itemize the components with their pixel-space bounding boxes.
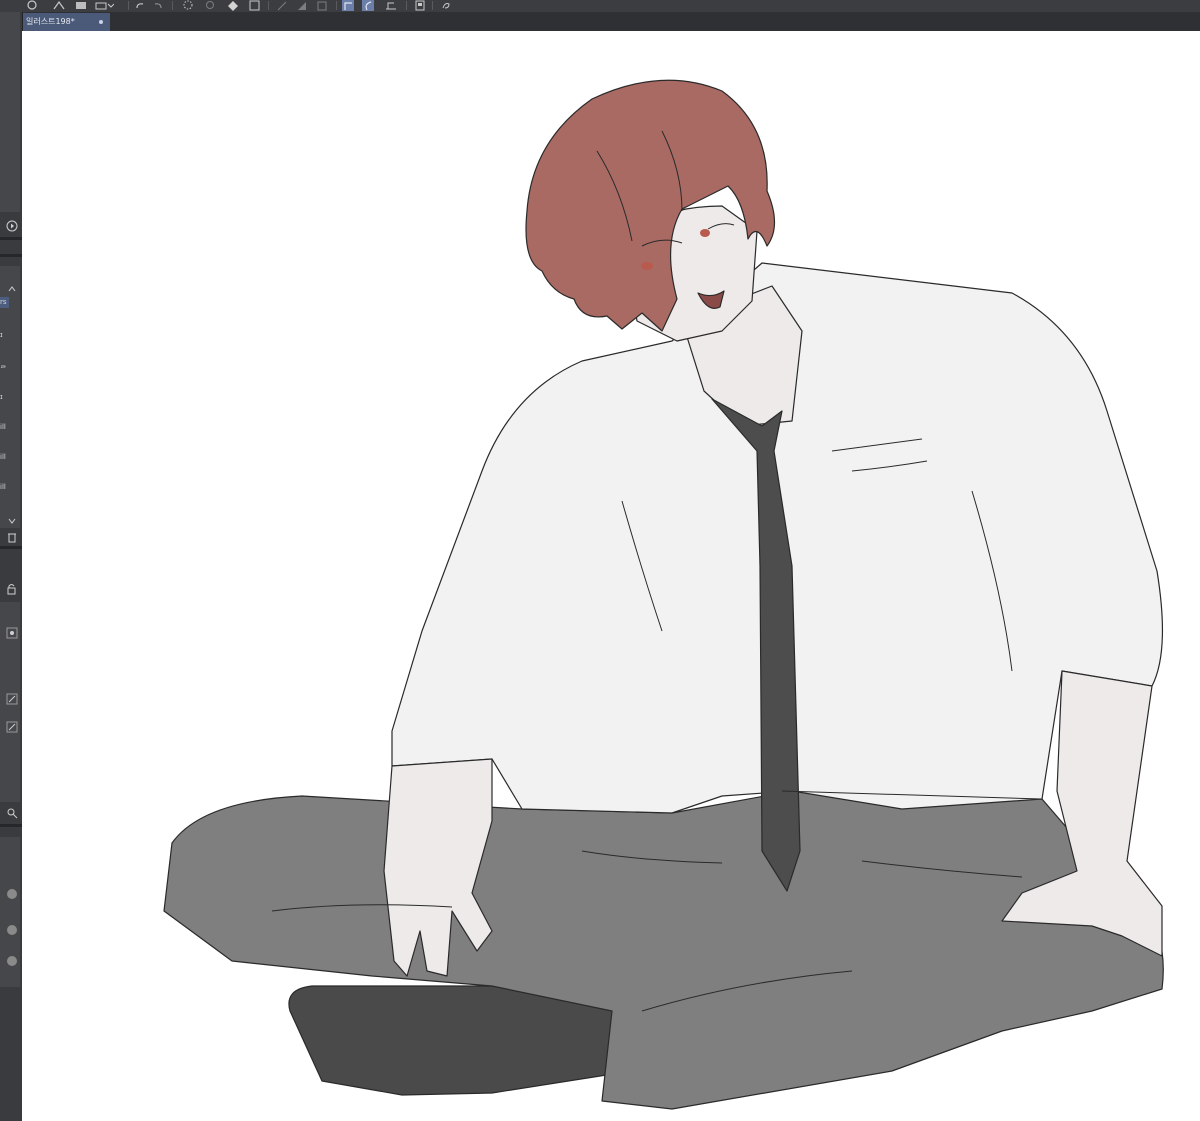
brush-icon[interactable] xyxy=(94,0,114,11)
illustration-artwork xyxy=(163,79,1164,1110)
pen-icon[interactable] xyxy=(6,690,18,705)
settings-icon[interactable] xyxy=(204,0,216,11)
move-icon[interactable] xyxy=(52,0,65,11)
line-icon[interactable] xyxy=(384,0,396,11)
layer-item[interactable]: ɪ xyxy=(0,330,9,341)
color-swatch-icon[interactable] xyxy=(6,952,18,966)
fill-icon[interactable] xyxy=(226,0,238,11)
left-panel: rs ɪ ᆯ ɪ ill ill ill xyxy=(0,12,23,1121)
ruler-icon[interactable] xyxy=(276,0,288,11)
pen-icon[interactable] xyxy=(6,718,18,733)
color-swatch-icon[interactable] xyxy=(6,885,18,899)
layer-item[interactable]: rs xyxy=(0,297,9,308)
document-tab-title: 일러스트198* xyxy=(26,17,75,26)
document-tab-bar: 일러스트198* xyxy=(22,12,1200,31)
layer-icon[interactable] xyxy=(26,0,38,11)
color-swatch-icon[interactable] xyxy=(6,921,18,935)
brush-size-icon[interactable] xyxy=(6,624,18,639)
layer-item[interactable]: ill xyxy=(0,452,9,463)
layer-item[interactable]: ill xyxy=(0,482,9,493)
search-icon[interactable] xyxy=(6,804,18,819)
scroll-up-icon[interactable] xyxy=(6,280,18,292)
more-icon[interactable] xyxy=(440,0,452,11)
scroll-down-icon[interactable] xyxy=(6,512,18,524)
lock-icon[interactable] xyxy=(6,580,18,595)
file-icon[interactable] xyxy=(414,0,426,11)
shape-icon[interactable] xyxy=(296,0,308,11)
drawing-canvas[interactable] xyxy=(22,31,1200,1121)
curve-icon[interactable] xyxy=(342,0,354,11)
redo-icon[interactable] xyxy=(152,0,164,11)
layer-item[interactable]: ᆯ xyxy=(0,360,9,371)
delete-icon[interactable] xyxy=(6,528,18,543)
select-icon[interactable] xyxy=(248,0,260,11)
modified-indicator-icon xyxy=(99,20,103,24)
navigator-panel xyxy=(0,12,20,212)
undo-icon[interactable] xyxy=(134,0,146,11)
illustration-left-arm xyxy=(383,758,493,977)
loading-icon[interactable] xyxy=(182,0,194,11)
play-icon[interactable] xyxy=(6,217,18,232)
frame-icon[interactable] xyxy=(316,0,328,11)
transform-icon[interactable] xyxy=(74,0,86,11)
arc-icon[interactable] xyxy=(362,0,374,11)
document-tab[interactable]: 일러스트198* xyxy=(22,13,110,31)
layer-item[interactable]: ill xyxy=(0,422,9,433)
layer-item[interactable]: ɪ xyxy=(0,392,9,403)
